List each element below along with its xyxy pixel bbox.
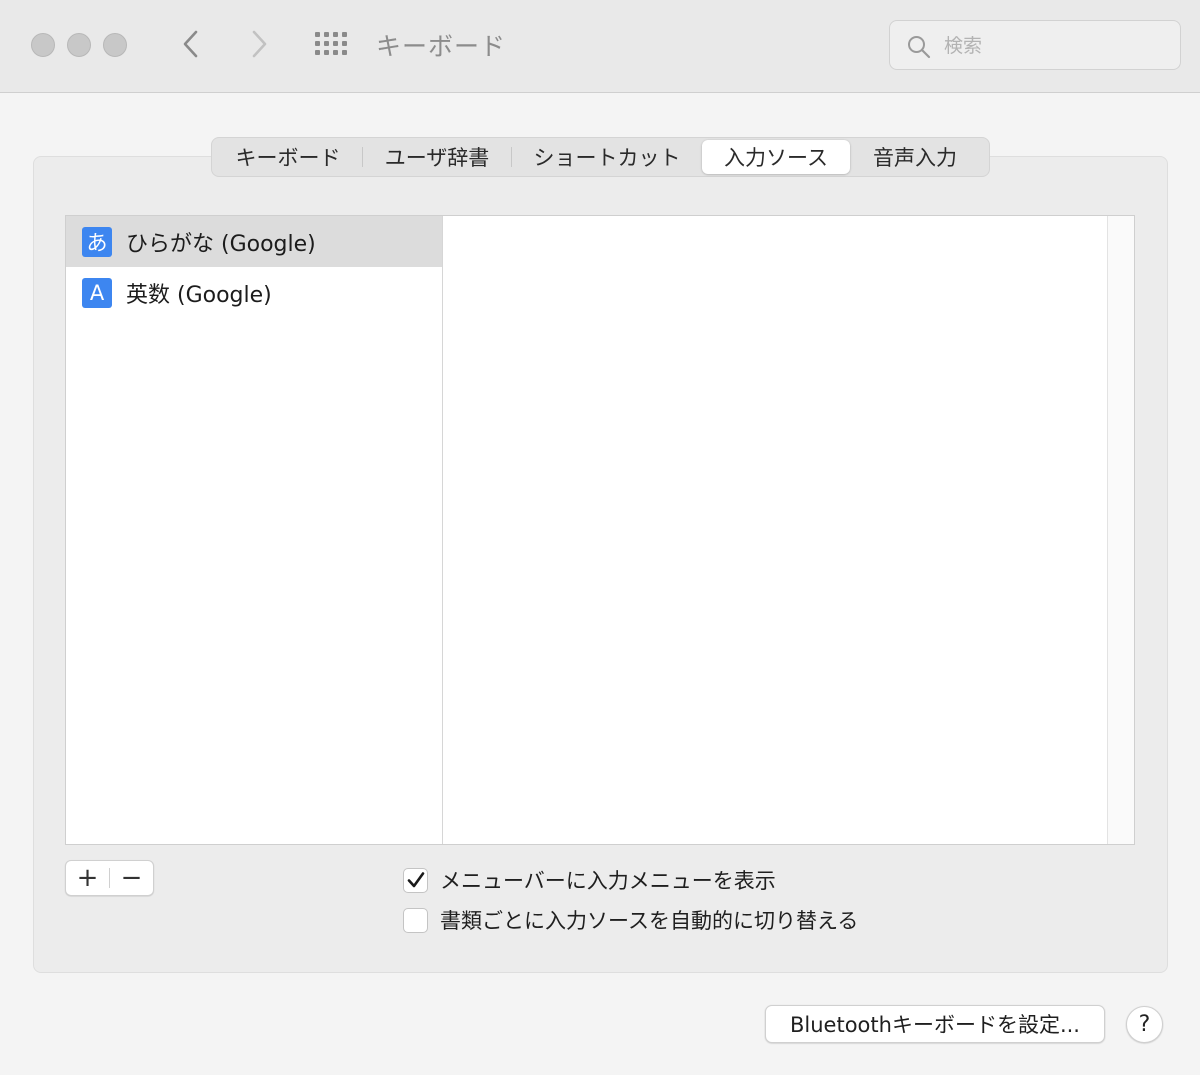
chevron-left-icon [183,30,198,58]
window-title: キーボード [376,32,507,61]
show-input-menu-checkbox[interactable] [403,867,428,893]
input-source-label: ひらがな (Google) [126,231,316,257]
chevron-right-icon [252,30,267,58]
add-remove-control: + − [65,860,154,896]
auto-switch-source-checkbox[interactable] [403,907,428,933]
list-item[interactable]: あ ひらがな (Google) [66,216,442,267]
search-field[interactable] [889,20,1181,70]
tab-input-sources[interactable]: 入力ソース [702,140,850,174]
input-source-list[interactable]: あ ひらがな (Google) A 英数 (Google) [66,216,443,844]
help-button[interactable]: ? [1126,1006,1163,1043]
forward-button[interactable] [239,24,279,64]
checkmark-icon [407,872,424,888]
alphanumeric-input-icon: A [82,277,112,308]
show-input-menu-option: メニューバーに入力メニューを表示 [403,865,776,895]
list-item[interactable]: A 英数 (Google) [66,267,442,318]
minimize-window-button[interactable] [67,33,91,57]
setup-bluetooth-keyboard-button[interactable]: Bluetoothキーボードを設定... [765,1005,1105,1043]
grid-icon [315,32,347,55]
search-icon [908,36,931,59]
tab-keyboard[interactable]: キーボード [214,140,362,174]
input-source-label: 英数 (Google) [126,282,272,308]
tab-dictation[interactable]: 音声入力 [850,140,980,174]
scrollbar[interactable] [1107,216,1134,844]
hiragana-input-icon: あ [82,226,112,257]
show-all-button[interactable] [312,29,352,59]
input-sources-box: あ ひらがな (Google) A 英数 (Google) [65,215,1135,845]
search-input[interactable] [944,33,1164,59]
input-source-detail-pane [444,216,1108,844]
tab-shortcuts[interactable]: ショートカット [512,140,702,174]
tab-bar: キーボード ユーザ辞書 ショートカット 入力ソース 音声入力 [211,137,990,177]
auto-switch-source-option: 書類ごとに入力ソースを自動的に切り替える [403,905,858,935]
close-window-button[interactable] [31,33,55,57]
back-button[interactable] [171,24,211,64]
remove-input-source-button[interactable]: − [110,861,153,895]
checkbox-label: 書類ごとに入力ソースを自動的に切り替える [440,909,859,933]
checkbox-label: メニューバーに入力メニューを表示 [440,869,776,893]
tab-user-dictionary[interactable]: ユーザ辞書 [363,140,511,174]
title-bar: キーボード [0,0,1200,93]
system-preferences-window: キーボード キーボード ユーザ辞書 ショートカット 入力ソース 音声入力 あ ひ… [0,0,1200,1075]
add-input-source-button[interactable]: + [66,861,109,895]
zoom-window-button[interactable] [103,33,127,57]
